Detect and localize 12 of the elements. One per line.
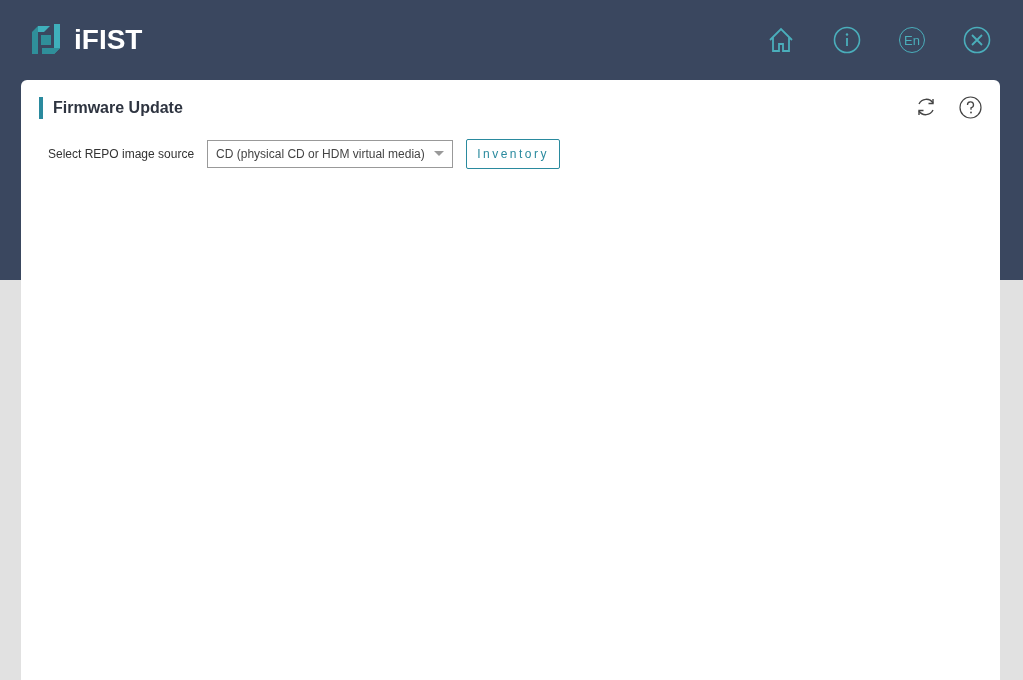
caret-icon	[434, 151, 445, 157]
source-dropdown[interactable]: CD (physical CD or HDM virtual media)	[207, 140, 454, 168]
refresh-icon[interactable]	[915, 96, 937, 118]
source-label: Select REPO image source	[48, 147, 195, 161]
close-icon[interactable]	[963, 26, 991, 54]
info-icon[interactable]	[833, 26, 861, 54]
help-icon[interactable]	[959, 96, 982, 119]
panel-title: Firmware Update	[39, 96, 183, 119]
home-icon[interactable]	[767, 26, 795, 54]
app-name: iFIST	[74, 24, 143, 56]
logo-icon	[30, 24, 62, 56]
inventory-button[interactable]: Inventory	[466, 139, 561, 169]
